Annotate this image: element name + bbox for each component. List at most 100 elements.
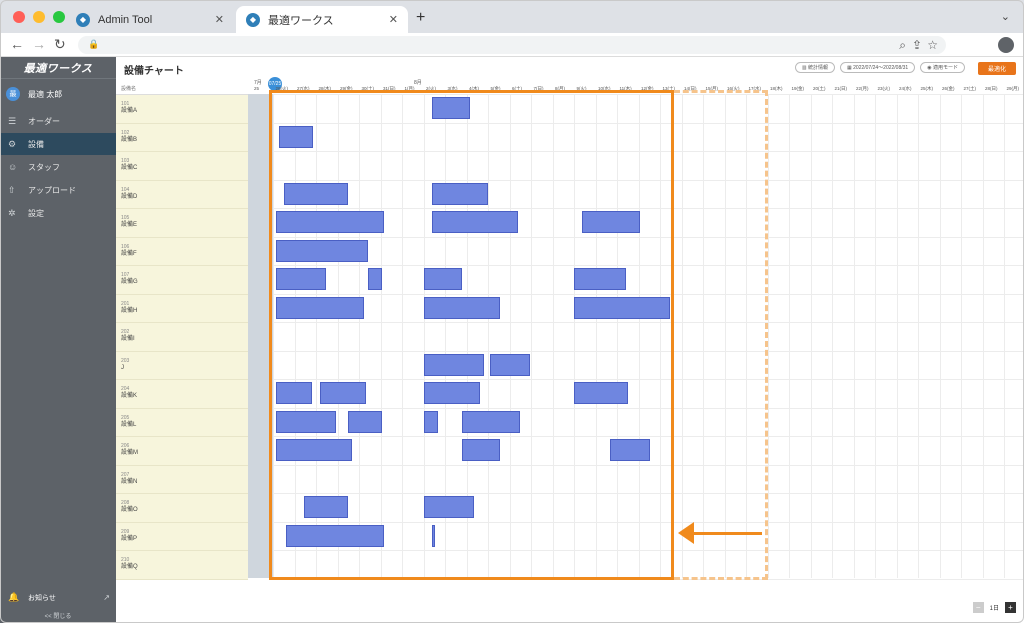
stats-button[interactable]: ▥ 統計情報 bbox=[794, 62, 836, 73]
collapse-sidebar-button[interactable]: << 閉じる bbox=[0, 611, 116, 620]
day-label: 24(水) bbox=[899, 86, 912, 91]
equipment-name: 設備C bbox=[121, 165, 138, 171]
browser-menu-icon[interactable] bbox=[998, 37, 1014, 53]
table-row[interactable]: 210 設備Q bbox=[116, 551, 248, 580]
equipment-code: 102 bbox=[121, 129, 130, 136]
table-row[interactable]: 107 設備G bbox=[116, 266, 248, 295]
equipment-name: 設備Q bbox=[121, 564, 138, 570]
back-arrow-icon[interactable]: ← bbox=[10, 36, 24, 52]
tab-label: Admin Tool bbox=[98, 13, 153, 26]
month-label: 7月 bbox=[254, 80, 262, 86]
table-row[interactable]: 206 設備M bbox=[116, 437, 248, 466]
table-row[interactable]: 207 設備N bbox=[116, 466, 248, 494]
sidebar-item-staff[interactable]: ☺ スタッフ bbox=[0, 156, 116, 178]
equipment-code: 106 bbox=[121, 243, 130, 250]
equipment-code: 205 bbox=[121, 414, 130, 421]
equipment-code: 105 bbox=[121, 215, 130, 221]
sidebar-item-label: 設備 bbox=[28, 139, 44, 149]
zoom-level: 1日 bbox=[989, 606, 999, 612]
order-list-icon: ☰ bbox=[8, 115, 17, 126]
day-label: 20(土) bbox=[813, 86, 826, 91]
lock-icon: 🔒 bbox=[88, 39, 100, 49]
zoom-icon[interactable]: ⌕ bbox=[899, 38, 906, 53]
equipment-name: 設備A bbox=[121, 108, 138, 114]
table-row[interactable]: 205 設備L bbox=[116, 409, 248, 437]
equipment-list: 101 設備A 102 設備B 103 設備C 104 設備D 105 設備E 106 設備F 107 設… bbox=[116, 95, 248, 580]
equipment-code: 209 bbox=[121, 528, 130, 535]
table-row[interactable]: 102 設備B bbox=[116, 124, 248, 152]
sidebar-item-settings[interactable]: ✲ 設定 bbox=[0, 202, 116, 224]
forward-arrow-icon[interactable]: → bbox=[32, 36, 46, 52]
day-label: 25(木) bbox=[920, 86, 934, 91]
equipment-code: 201 bbox=[121, 300, 130, 307]
date-range-button[interactable]: ▦ 2022/07/24〜2022/08/31 bbox=[840, 62, 916, 73]
table-row[interactable]: 208 設備O bbox=[116, 494, 248, 523]
chevron-down-icon[interactable]: ⌄ bbox=[1001, 10, 1010, 23]
previous-range-outline bbox=[674, 90, 768, 580]
share-icon[interactable]: ⇪ bbox=[912, 38, 922, 52]
equipment-code: 206 bbox=[121, 443, 130, 449]
equipment-icon: ⚙ bbox=[8, 138, 17, 149]
grid-line bbox=[939, 94, 941, 578]
tab-label: 最適ワークス bbox=[268, 14, 334, 27]
table-row[interactable]: 106 設備F bbox=[116, 238, 248, 266]
table-row[interactable]: 209 設備P bbox=[116, 523, 248, 551]
table-row[interactable]: 105 設備E bbox=[116, 209, 248, 238]
notice-link[interactable]: 🔔 お知らせ ↗ bbox=[0, 592, 116, 603]
new-tab-icon[interactable]: + bbox=[416, 9, 425, 27]
app-favicon-icon: ◆ bbox=[246, 12, 260, 27]
zoom-out-button[interactable]: − bbox=[972, 602, 984, 613]
equipment-code: 208 bbox=[121, 500, 130, 506]
equipment-code: 101 bbox=[121, 101, 130, 107]
minimize-window-button[interactable] bbox=[33, 11, 45, 23]
equipment-name: 設備M bbox=[121, 450, 138, 456]
bell-icon: 🔔 bbox=[8, 592, 20, 602]
reload-icon[interactable]: ↻ bbox=[54, 36, 66, 53]
table-row[interactable]: 204 設備K bbox=[116, 380, 248, 409]
grid-line bbox=[961, 94, 962, 578]
day-label: 23(火) bbox=[877, 86, 891, 91]
day-label: 28(日) bbox=[985, 86, 998, 91]
close-icon[interactable]: ✕ bbox=[215, 13, 224, 26]
bookmark-star-icon[interactable]: ☆ bbox=[927, 38, 938, 52]
upload-icon: ⇧ bbox=[8, 184, 16, 195]
tab-admin-tool[interactable]: ◆ Admin Tool ✕ bbox=[66, 6, 234, 33]
grid-line bbox=[918, 94, 919, 578]
equipment-code: 203 bbox=[121, 357, 130, 364]
sidebar-item-order[interactable]: ☰ オーダー bbox=[0, 110, 116, 132]
user-profile[interactable]: 最 最適 太郎 bbox=[0, 79, 116, 109]
url-input[interactable]: 🔒 ⌕ ⇪ ☆ bbox=[78, 36, 946, 54]
equipment-code: 202 bbox=[121, 329, 130, 335]
equipment-name: 設備H bbox=[121, 307, 138, 314]
table-row[interactable]: 103 設備C bbox=[116, 152, 248, 181]
table-row[interactable]: 101 設備A bbox=[116, 95, 248, 124]
equipment-name: 設備N bbox=[121, 478, 138, 485]
tab-bar: ◆ Admin Tool ✕ ◆ 最適ワークス ✕ + ⌄ bbox=[0, 0, 1024, 33]
close-window-button[interactable] bbox=[13, 11, 25, 23]
optimized-range-highlight bbox=[269, 90, 674, 580]
maximize-window-button[interactable] bbox=[53, 11, 65, 23]
mode-button[interactable]: ◉ 適用モード bbox=[920, 62, 965, 73]
grid-line bbox=[982, 94, 984, 578]
day-label: 22(月) bbox=[856, 86, 869, 91]
table-row[interactable]: 201 設備H bbox=[116, 295, 248, 323]
equipment-name: 設備I bbox=[121, 336, 135, 342]
equipment-name: 設備O bbox=[121, 507, 138, 513]
close-icon[interactable]: ✕ bbox=[389, 13, 398, 26]
table-row[interactable]: 203 J bbox=[116, 352, 248, 380]
equipment-name: 設備K bbox=[121, 393, 138, 399]
day-label: 26(金) bbox=[942, 86, 955, 91]
browser-window: ◆ Admin Tool ✕ ◆ 最適ワークス ✕ + ⌄ ← → ↻ 🔒 ⌕ … bbox=[0, 0, 1024, 623]
table-row[interactable]: 104 設備D bbox=[116, 181, 248, 209]
day-label: 19(金) bbox=[791, 86, 805, 91]
optimize-button[interactable]: 最適化 bbox=[977, 62, 1016, 75]
zoom-in-button[interactable]: + bbox=[1005, 602, 1016, 613]
avatar: 最 bbox=[6, 87, 20, 101]
day-label: 18(木) bbox=[770, 86, 783, 91]
gear-icon: ✲ bbox=[8, 207, 16, 218]
table-row[interactable]: 202 設備I bbox=[116, 323, 248, 352]
sidebar-item-equipment[interactable]: ⚙ 設備 bbox=[0, 133, 116, 155]
tab-saiteki-works[interactable]: ◆ 最適ワークス ✕ bbox=[236, 6, 408, 33]
zoom-control: − 1日 + bbox=[972, 602, 1016, 613]
sidebar-item-upload[interactable]: ⇧ アップロード bbox=[0, 179, 116, 201]
